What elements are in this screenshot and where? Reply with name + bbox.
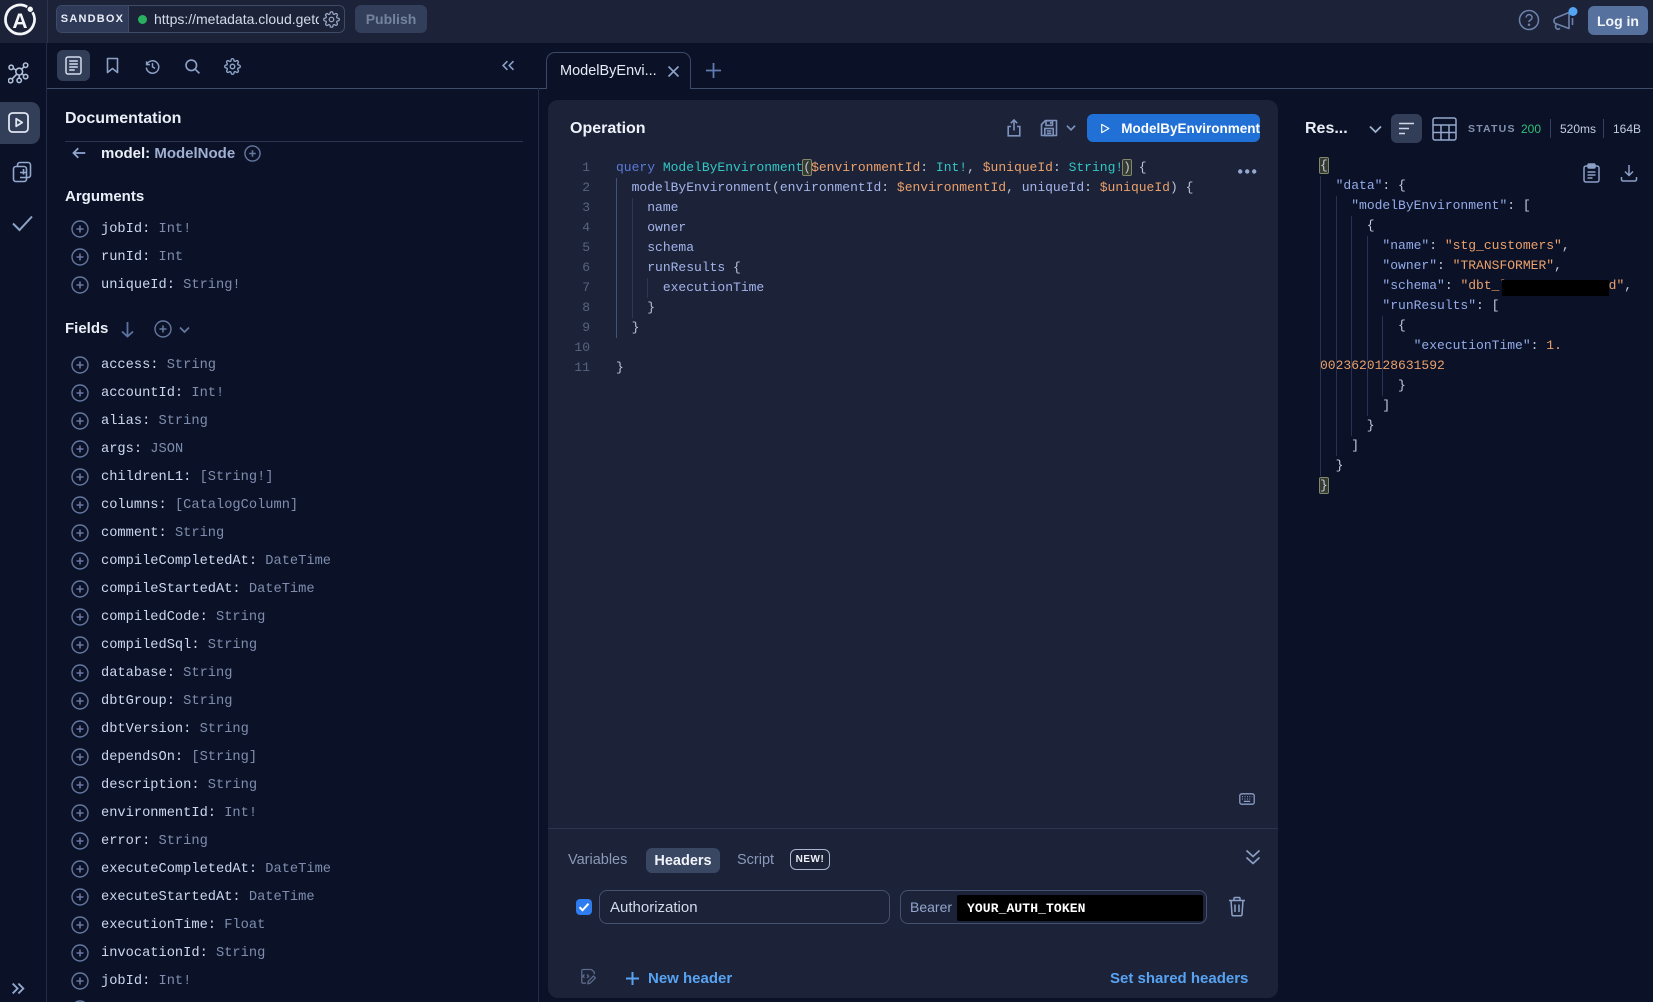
svg-text:A: A [12,10,27,33]
